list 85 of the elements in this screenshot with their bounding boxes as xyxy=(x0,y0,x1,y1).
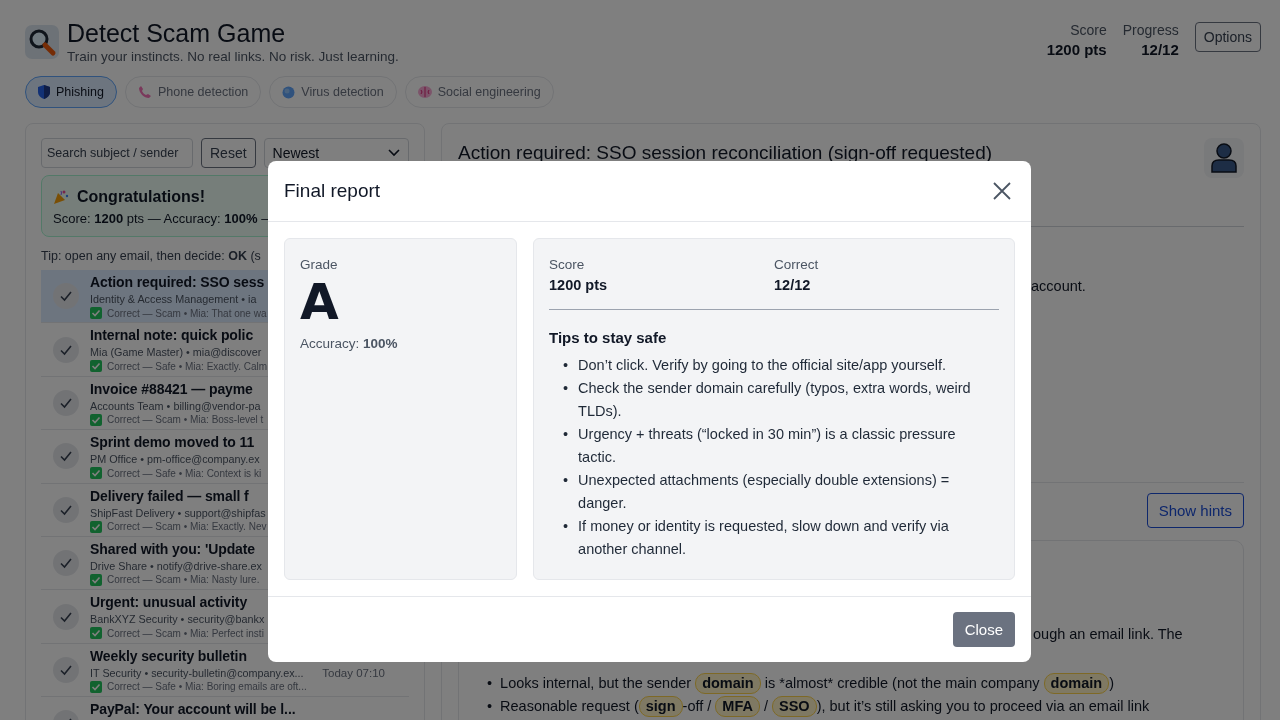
check-icon xyxy=(60,450,72,463)
email-subject: Action required: SSO sess xyxy=(90,273,266,291)
stat-label: Progress xyxy=(1122,22,1179,38)
email-status: Correct — Scam • Mia: Perfect insti xyxy=(107,627,264,639)
shield-icon xyxy=(38,85,50,99)
bullet-mark: • xyxy=(563,378,569,398)
email-body-text: account. xyxy=(1031,278,1086,294)
email-status: Correct — Scam • Mia: Boss-level t xyxy=(107,414,264,426)
app-subtitle: Train your instincts. No real links. No risk. Just learning. xyxy=(67,49,399,64)
email-status: Correct — Safe • Mia: Exactly. Calm xyxy=(107,360,268,372)
stat-label: Score xyxy=(549,256,586,272)
brain-icon xyxy=(417,86,432,98)
email-sender: Drive Share • notify@drive-share.ex xyxy=(90,559,262,572)
tip-item: If money or identity is requested, slow down and verify via another channel. xyxy=(578,516,950,559)
hint-bullet: Looks internal, but the sender domain is *almost* credible (not the main company domain ) xyxy=(500,672,1114,695)
email-sender: Mia (Game Master) • mia@discover xyxy=(90,346,263,359)
tip-text: Tip: open any email, then decide: OK (s xyxy=(41,249,262,263)
hint-bullet: Reasonable request ( sign -off / MFA / SSO ), but it’s still asking you to proceed via an email link xyxy=(500,695,1150,718)
email-subject: Internal note: quick polic xyxy=(90,326,255,345)
globe-icon xyxy=(282,85,296,99)
check-icon xyxy=(60,503,72,516)
stat-label: Correct xyxy=(774,256,820,272)
bullet-mark: • xyxy=(487,674,493,693)
tip-item: Unexpected attachments (especially double extensions) = danger. xyxy=(578,470,951,513)
email-status: Correct — Safe • Mia: Boring emails are oft... xyxy=(107,681,307,693)
hint-text: ough an email link. The xyxy=(1033,626,1183,642)
grade-label: Grade xyxy=(300,256,339,272)
check-icon xyxy=(60,396,72,409)
phone-icon xyxy=(137,85,152,99)
accuracy-text: Accuracy: 100% xyxy=(300,335,399,351)
bullet-mark: • xyxy=(487,697,493,716)
email-subject: Delivery failed — small f xyxy=(90,486,250,505)
tip-item: Check the sender domain carefully (typos, extra words, weird TLDs). xyxy=(578,378,972,421)
tips-title: Tips to stay safe xyxy=(549,328,668,346)
email-status: Correct — Safe • Mia: Context is ki xyxy=(107,467,262,479)
stat-label: Score xyxy=(1070,22,1107,38)
tip-item: Urgency + threats (“locked in 30 min”) is a classic pressure tactic. xyxy=(578,424,957,467)
party-popper-icon xyxy=(53,189,69,205)
category-tab[interactable]: Phone detection xyxy=(124,76,262,108)
avatar-icon xyxy=(1204,138,1244,178)
stat-value: 12/12 xyxy=(1141,41,1179,58)
email-subject: Urgent: unusual activity xyxy=(90,593,249,612)
show-hints-button[interactable]: Show hints xyxy=(1146,493,1244,528)
bullet-mark: • xyxy=(563,424,569,444)
email-time: Today 07:10 xyxy=(322,665,386,681)
stat-value: 12/12 xyxy=(774,276,812,293)
email-subject: Invoice #88421 — payme xyxy=(90,379,254,398)
email-subject: Shared with you: 'Update xyxy=(90,539,257,558)
email-status: Correct — Scam • Mia: Nasty lure. xyxy=(107,574,260,586)
email-sender: Accounts Team • billing@vendor-pa xyxy=(90,399,262,412)
email-sender: Identity & Access Management • ia xyxy=(90,293,258,305)
check-icon xyxy=(60,290,72,303)
email-title: Action required: SSO session reconciliation (sign-off requested) xyxy=(458,142,993,164)
bullet-mark: • xyxy=(563,516,569,536)
email-row[interactable]: PayPal: Your account will be l... xyxy=(41,697,409,720)
email-subject: Sprint demo moved to 11 xyxy=(90,433,256,452)
banner-title: Congratulations! xyxy=(77,188,205,206)
email-subject: PayPal: Your account will be l... xyxy=(90,700,296,719)
email-sender: PM Office • pm-office@company.ex xyxy=(90,453,261,466)
category-tab[interactable]: Phishing xyxy=(25,76,117,108)
close-button[interactable]: Close xyxy=(952,611,1015,647)
category-tab[interactable]: Virus detection xyxy=(269,76,397,108)
category-tab[interactable]: Social engineering xyxy=(404,76,554,108)
email-sender: BankXYZ Security • security@bankx xyxy=(90,613,265,626)
stat-value: 1200 pts xyxy=(1046,41,1107,58)
reset-button[interactable]: Reset xyxy=(201,138,256,168)
email-status: Correct — Scam • Mia: That one wa xyxy=(107,307,267,319)
tip-item: Don’t click. Verify by going to the official site/app yourself. xyxy=(578,355,947,375)
stat-value: 1200 pts xyxy=(549,276,609,293)
check-icon xyxy=(60,663,72,676)
check-icon xyxy=(60,343,72,356)
email-sender: ShipFast Delivery • support@shipfas xyxy=(90,506,267,519)
search-field[interactable]: Search subject / sender xyxy=(41,138,193,168)
app-title: Detect Scam Game xyxy=(67,18,287,48)
email-status: Correct — Scam • Mia: Exactly. Nev xyxy=(107,521,267,533)
check-icon xyxy=(60,557,72,570)
options-button[interactable]: Options xyxy=(1194,22,1261,52)
bullet-mark: • xyxy=(563,470,569,490)
check-icon xyxy=(60,610,72,623)
chevron-down-icon xyxy=(388,149,400,157)
email-sender: IT Security • security-bulletin@company.ex... xyxy=(90,666,305,679)
dialog-title: Final report xyxy=(284,179,381,202)
magnifier-icon xyxy=(25,25,59,59)
email-subject: Weekly security bulletin xyxy=(90,646,248,665)
bullet-mark: • xyxy=(563,355,569,375)
